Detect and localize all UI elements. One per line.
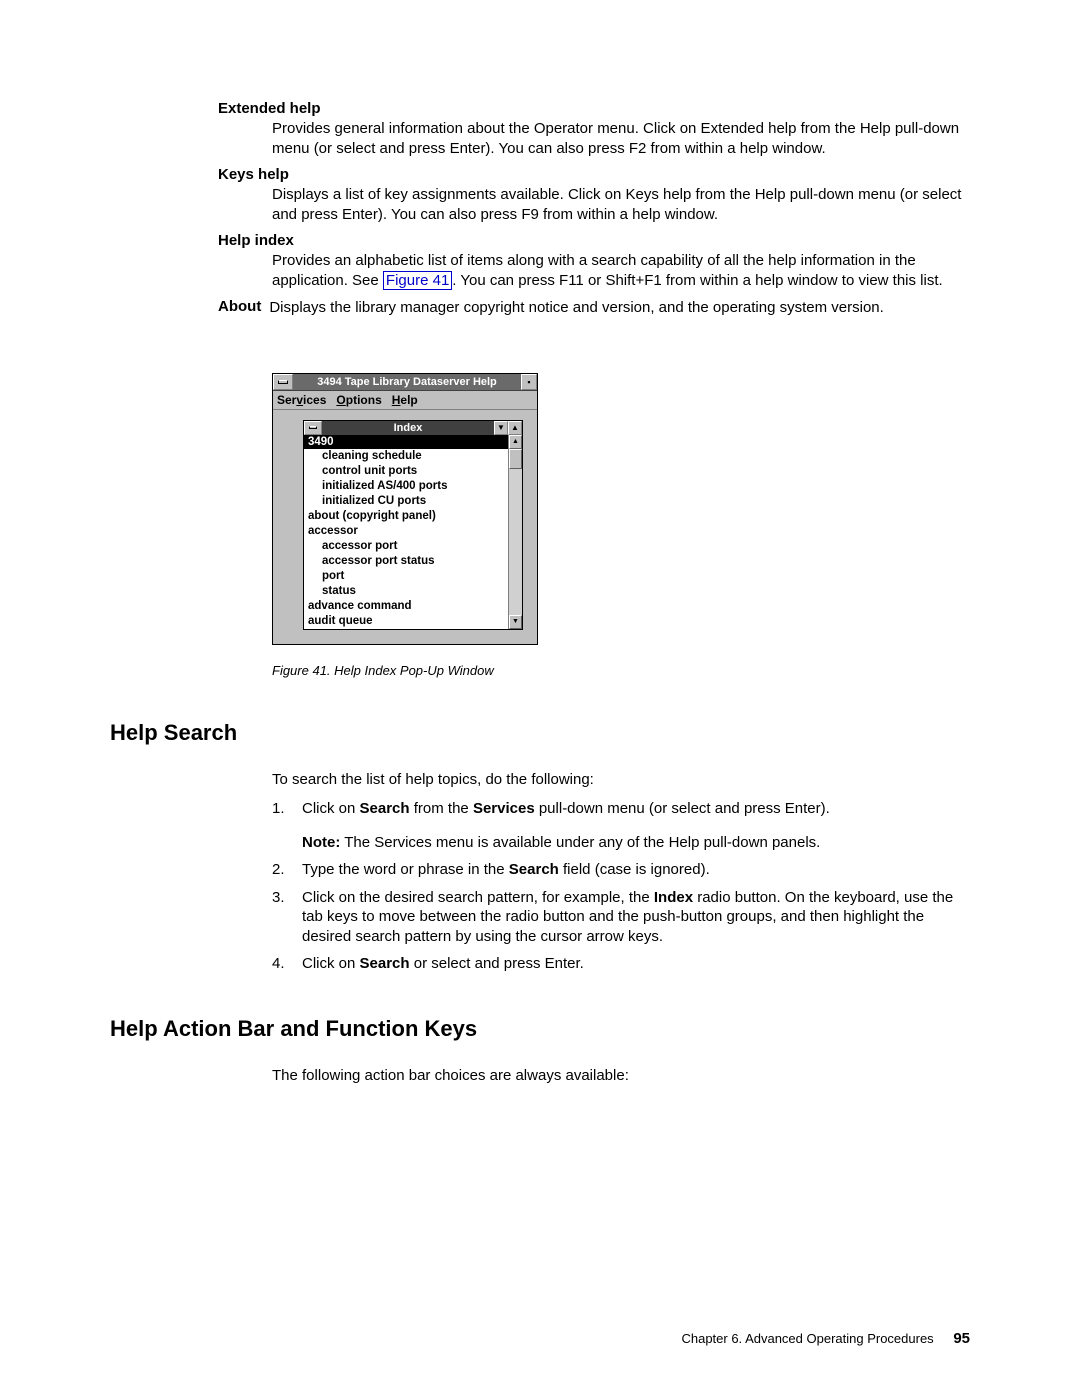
index-list[interactable]: 3490 cleaning schedule control unit port… (304, 435, 508, 629)
menubar: Services Options Help (273, 391, 537, 410)
list-item[interactable]: audit queue (304, 614, 508, 629)
window-titlebar: 3494 Tape Library Dataserver Help ▪ (273, 374, 537, 391)
menu-options[interactable]: Options (336, 393, 381, 407)
window-title: 3494 Tape Library Dataserver Help (293, 374, 521, 390)
scroll-down-icon[interactable]: ▼ (509, 615, 522, 629)
page-number: 95 (953, 1330, 970, 1347)
desc-help-index: Provides an alphabetic list of items alo… (272, 251, 970, 290)
help-index-post: . You can press F11 or Shift+F1 from wit… (452, 272, 942, 289)
os2-window: 3494 Tape Library Dataserver Help ▪ Serv… (272, 373, 538, 645)
list-item[interactable]: accessor port status (304, 554, 508, 569)
scroll-thumb[interactable] (509, 449, 522, 469)
step-3: Click on the desired search pattern, for… (272, 888, 970, 947)
scroll-track[interactable] (509, 449, 522, 615)
help-search-steps: Click on Search from the Services pull-d… (272, 799, 970, 974)
list-item[interactable]: initialized AS/400 ports (304, 479, 508, 494)
page-footer: Chapter 6. Advanced Operating Procedures… (681, 1330, 970, 1347)
step-1-note: Note: The Services menu is available und… (302, 833, 970, 853)
heading-action-bar: Help Action Bar and Function Keys (110, 1016, 970, 1042)
list-item[interactable]: about (copyright panel) (304, 509, 508, 524)
list-item[interactable]: accessor port (304, 539, 508, 554)
list-item[interactable]: port (304, 569, 508, 584)
figure-window: 3494 Tape Library Dataserver Help ▪ Serv… (272, 373, 970, 678)
list-item[interactable]: accessor (304, 524, 508, 539)
list-item[interactable]: initialized CU ports (304, 494, 508, 509)
desc-about: Displays the library manager copyright n… (269, 298, 970, 318)
index-item-selected[interactable]: 3490 (304, 435, 508, 450)
list-item[interactable]: control unit ports (304, 464, 508, 479)
index-max-button[interactable]: ▲ (508, 421, 522, 435)
help-search-intro: To search the list of help topics, do th… (272, 770, 970, 790)
step-2: Type the word or phrase in the Search fi… (272, 860, 970, 880)
step-4: Click on Search or select and press Ente… (272, 954, 970, 974)
desc-extended-help: Provides general information about the O… (272, 119, 970, 158)
figure-caption: Figure 41. Help Index Pop-Up Window (272, 663, 970, 678)
term-help-index: Help index (218, 232, 970, 249)
menu-help[interactable]: Help (392, 393, 418, 407)
term-about: About (218, 298, 261, 318)
index-sysmenu-icon[interactable] (304, 421, 322, 435)
scroll-up-icon[interactable]: ▲ (509, 435, 522, 449)
list-item[interactable]: status (304, 584, 508, 599)
step-1: Click on Search from the Services pull-d… (272, 799, 970, 852)
definition-list: Extended help Provides general informati… (272, 100, 970, 318)
index-window: Index ▼ ▲ 3490 cleaning schedule control… (303, 420, 523, 630)
restore-button[interactable]: ▪ (521, 374, 537, 390)
list-item[interactable]: advance command (304, 599, 508, 614)
scrollbar[interactable]: ▲ ▼ (508, 435, 522, 629)
list-item[interactable]: cleaning schedule (304, 449, 508, 464)
index-title: Index (322, 421, 494, 435)
menu-services[interactable]: Services (277, 393, 326, 407)
index-min-button[interactable]: ▼ (494, 421, 508, 435)
figure-link[interactable]: Figure 41 (383, 271, 452, 290)
action-bar-intro: The following action bar choices are alw… (272, 1066, 970, 1086)
chapter-label: Chapter 6. Advanced Operating Procedures (681, 1331, 933, 1346)
desc-keys-help: Displays a list of key assignments avail… (272, 185, 970, 224)
heading-help-search: Help Search (110, 720, 970, 746)
term-keys-help: Keys help (218, 166, 970, 183)
term-extended-help: Extended help (218, 100, 970, 117)
system-menu-icon[interactable] (273, 374, 293, 390)
